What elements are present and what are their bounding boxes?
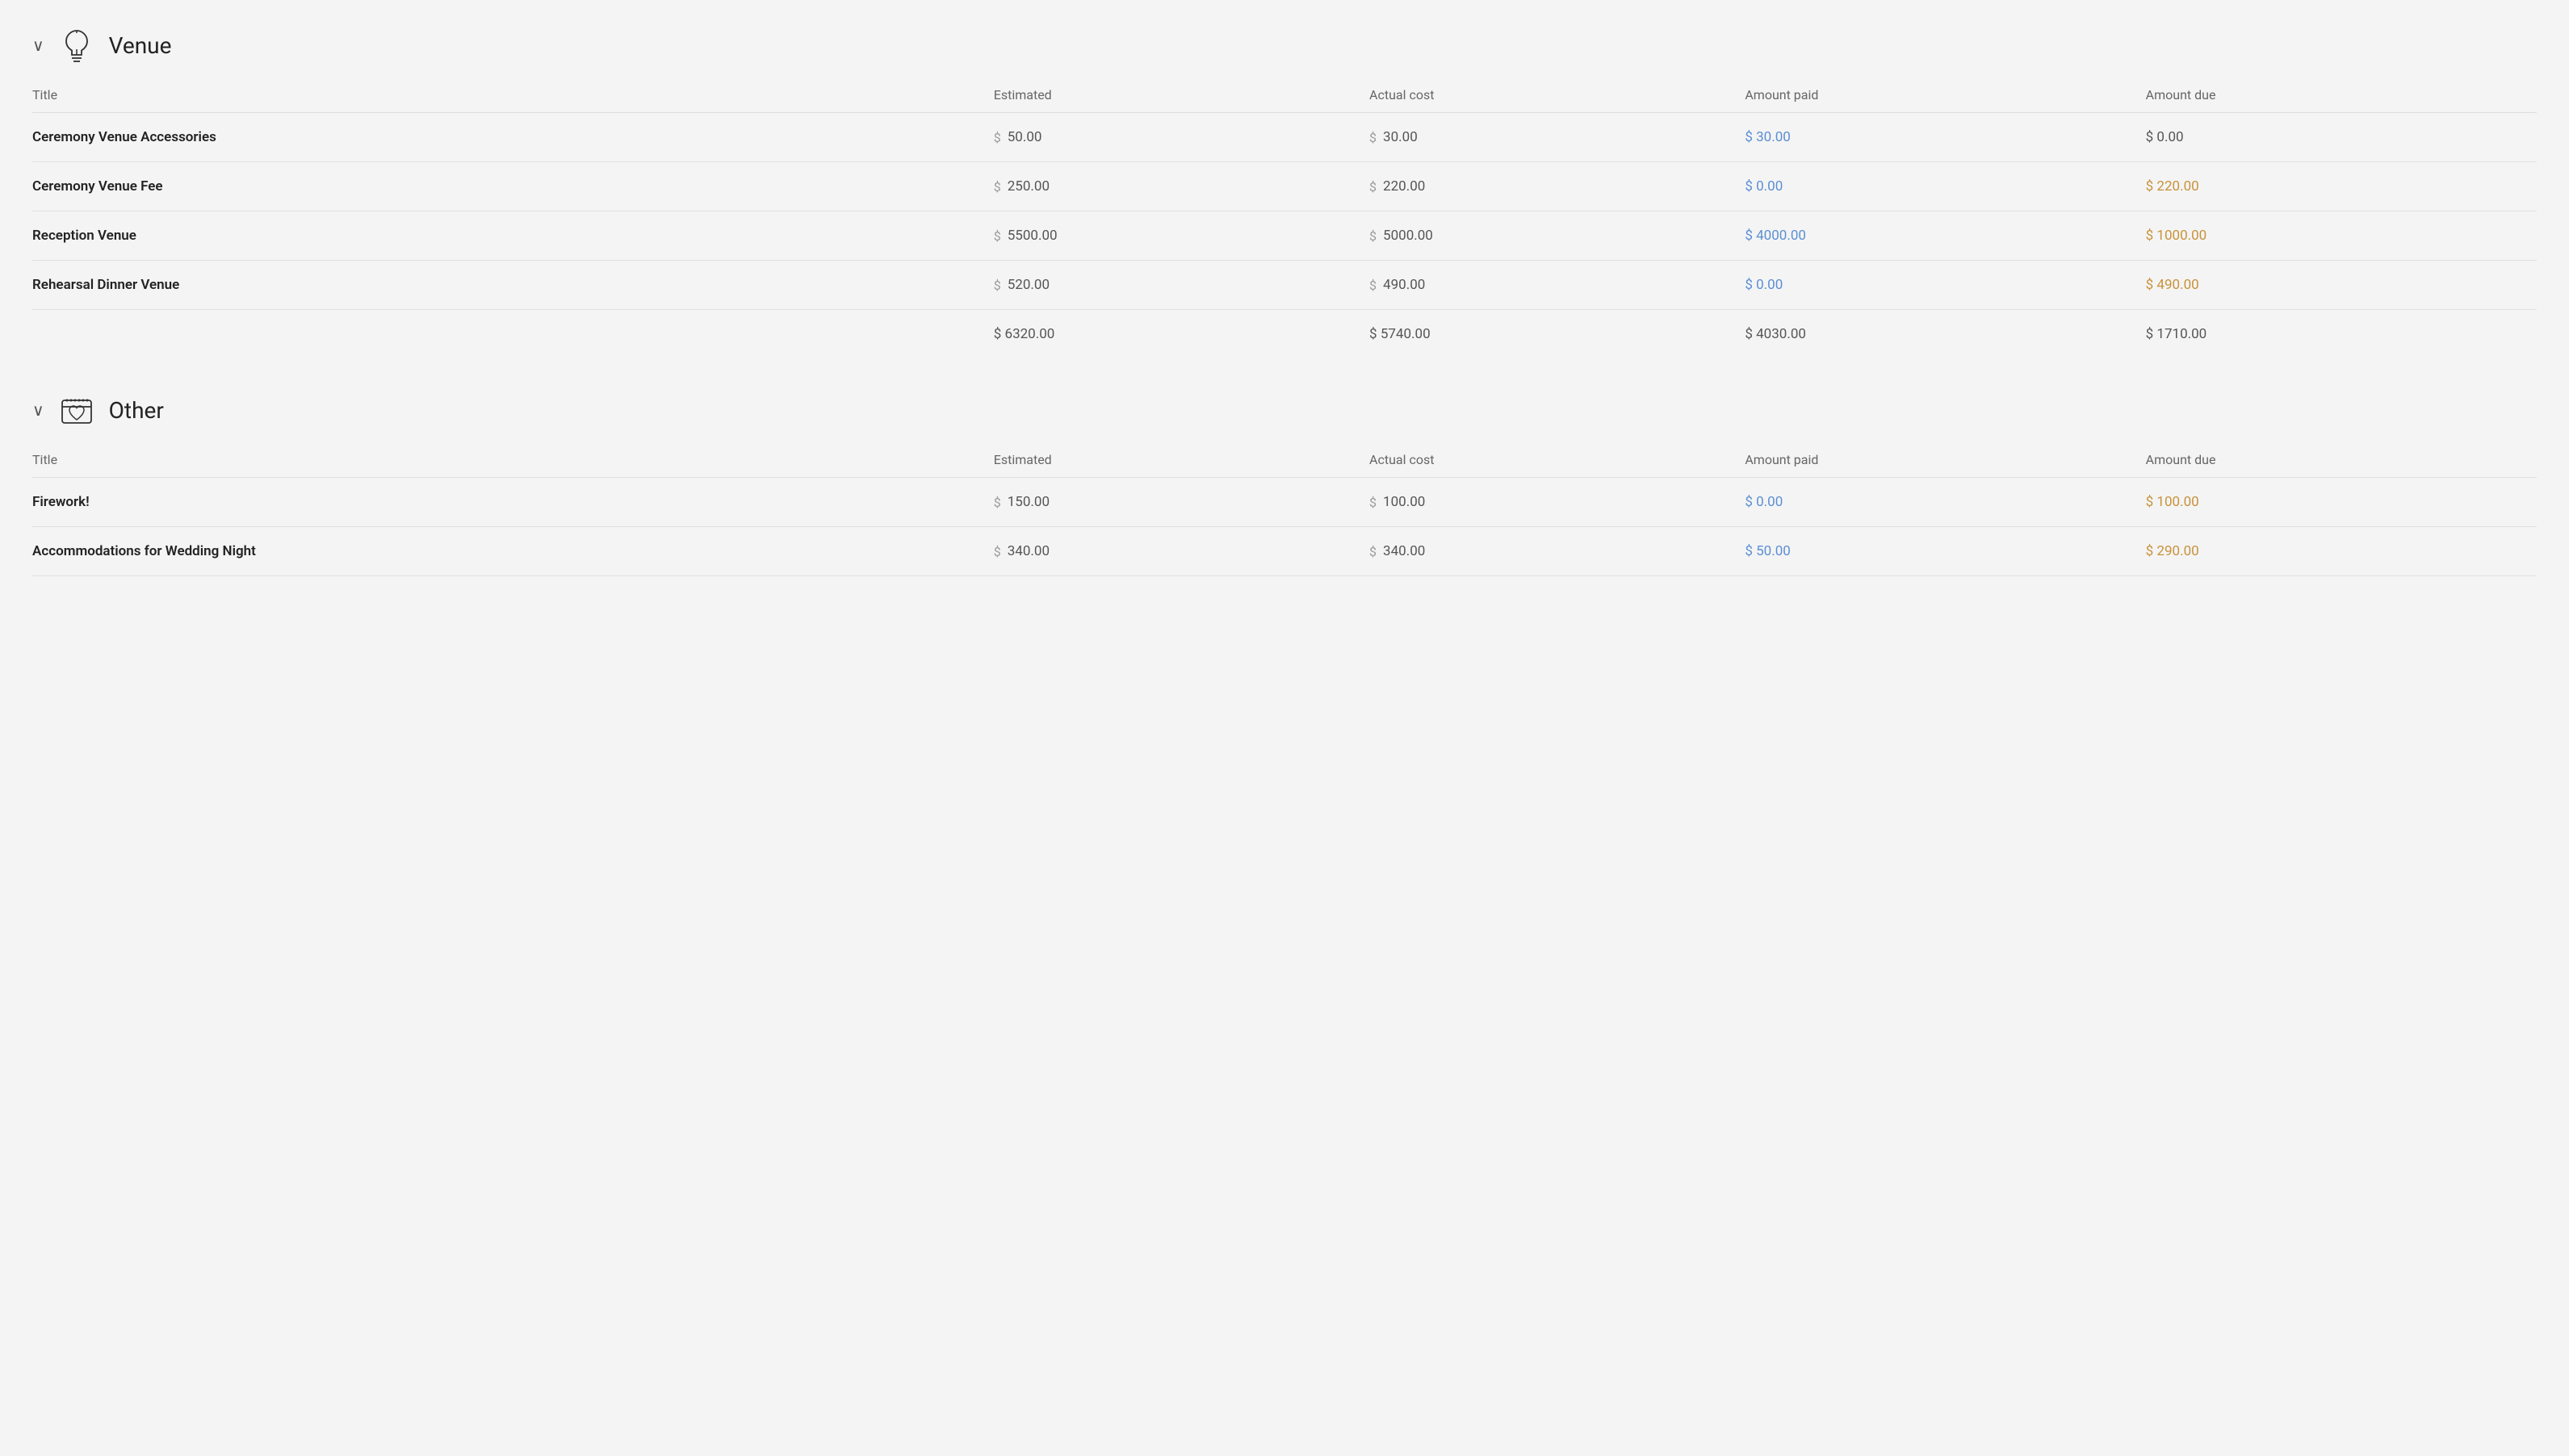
other-section-header: ∨ Other: [32, 391, 2537, 429]
venue-col-title: Title: [32, 81, 984, 113]
actual-value: 220.00: [1383, 178, 1425, 195]
other-section: ∨ Other Title Estimated: [32, 391, 2537, 576]
actual-value: 30.00: [1383, 129, 1418, 145]
due-value: $ 220.00: [2146, 178, 2199, 195]
other-col-due: Amount due: [2136, 446, 2537, 478]
dollar-sign-icon: $: [1369, 179, 1377, 195]
row-paid: $ 0.00: [1735, 261, 2135, 310]
paid-value: $ 0.00: [1745, 178, 1783, 195]
actual-value: 340.00: [1383, 543, 1425, 559]
dollar-sign-icon: $: [1369, 544, 1377, 559]
dollar-sign-icon: $: [1369, 228, 1377, 244]
row-title: Firework!: [32, 478, 984, 527]
venue-col-actual: Actual cost: [1360, 81, 1735, 113]
venue-total-actual: $ 5740.00: [1360, 310, 1735, 359]
row-estimated: $ 150.00: [984, 478, 1360, 527]
row-paid: $ 4000.00: [1735, 211, 2135, 261]
venue-total-due: $ 1710.00: [2136, 310, 2537, 359]
due-value: $ 290.00: [2146, 543, 2199, 559]
actual-value: 100.00: [1383, 494, 1425, 510]
other-col-estimated: Estimated: [984, 446, 1360, 478]
dollar-sign-icon: $: [994, 179, 1001, 195]
paid-value: $ 30.00: [1745, 129, 1790, 145]
due-value: $ 100.00: [2146, 494, 2199, 510]
due-value: $ 1000.00: [2146, 228, 2207, 244]
row-due: $ 290.00: [2136, 527, 2537, 576]
row-title: Ceremony Venue Fee: [32, 162, 984, 211]
estimated-value: 520.00: [1008, 277, 1050, 293]
row-paid: $ 0.00: [1735, 478, 2135, 527]
other-col-actual: Actual cost: [1360, 446, 1735, 478]
table-row: Ceremony Venue Fee $ 250.00 $ 220.00 $ 0…: [32, 162, 2537, 211]
venue-total-estimated: $ 6320.00: [984, 310, 1360, 359]
dollar-sign-icon: $: [994, 495, 1001, 510]
row-due: $ 490.00: [2136, 261, 2537, 310]
row-actual: $ 30.00: [1360, 113, 1735, 162]
venue-total-label: [32, 310, 984, 359]
row-due: $ 0.00: [2136, 113, 2537, 162]
other-col-title: Title: [32, 446, 984, 478]
other-table: Title Estimated Actual cost Amount paid …: [32, 446, 2537, 576]
dollar-sign-icon: $: [994, 544, 1001, 559]
table-row: Firework! $ 150.00 $ 100.00 $ 0.00 $ 100…: [32, 478, 2537, 527]
estimated-value: 5500.00: [1008, 228, 1058, 244]
venue-col-paid: Amount paid: [1735, 81, 2135, 113]
venue-col-due: Amount due: [2136, 81, 2537, 113]
due-value: $ 490.00: [2146, 277, 2199, 293]
estimated-value: 250.00: [1008, 178, 1050, 195]
dollar-sign-icon: $: [1369, 495, 1377, 510]
row-title: Ceremony Venue Accessories: [32, 113, 984, 162]
paid-value: $ 4000.00: [1745, 228, 1806, 244]
row-paid: $ 50.00: [1735, 527, 2135, 576]
due-value: $ 0.00: [2146, 129, 2184, 145]
actual-value: 490.00: [1383, 277, 1425, 293]
row-estimated: $ 250.00: [984, 162, 1360, 211]
row-title: Accommodations for Wedding Night: [32, 527, 984, 576]
paid-value: $ 0.00: [1745, 494, 1783, 510]
actual-value: 5000.00: [1383, 228, 1433, 244]
venue-section-header: ∨ Venue: [32, 26, 2537, 65]
other-col-paid: Amount paid: [1735, 446, 2135, 478]
row-actual: $ 340.00: [1360, 527, 1735, 576]
row-due: $ 220.00: [2136, 162, 2537, 211]
row-due: $ 100.00: [2136, 478, 2537, 527]
other-icon: [57, 391, 96, 429]
row-estimated: $ 340.00: [984, 527, 1360, 576]
venue-chevron[interactable]: ∨: [32, 36, 44, 55]
venue-col-estimated: Estimated: [984, 81, 1360, 113]
paid-value: $ 0.00: [1745, 277, 1783, 293]
estimated-value: 150.00: [1008, 494, 1050, 510]
venue-total-paid: $ 4030.00: [1735, 310, 2135, 359]
venue-table: Title Estimated Actual cost Amount paid …: [32, 81, 2537, 358]
row-estimated: $ 50.00: [984, 113, 1360, 162]
row-estimated: $ 5500.00: [984, 211, 1360, 261]
table-row: Rehearsal Dinner Venue $ 520.00 $ 490.00…: [32, 261, 2537, 310]
row-title: Reception Venue: [32, 211, 984, 261]
dollar-sign-icon: $: [1369, 278, 1377, 293]
row-due: $ 1000.00: [2136, 211, 2537, 261]
table-row: Reception Venue $ 5500.00 $ 5000.00 $ 40…: [32, 211, 2537, 261]
dollar-sign-icon: $: [994, 278, 1001, 293]
row-estimated: $ 520.00: [984, 261, 1360, 310]
row-actual: $ 100.00: [1360, 478, 1735, 527]
paid-value: $ 50.00: [1745, 543, 1790, 559]
row-paid: $ 30.00: [1735, 113, 2135, 162]
table-row: Ceremony Venue Accessories $ 50.00 $ 30.…: [32, 113, 2537, 162]
row-title: Rehearsal Dinner Venue: [32, 261, 984, 310]
dollar-sign-icon: $: [1369, 130, 1377, 145]
other-chevron[interactable]: ∨: [32, 400, 44, 420]
estimated-value: 340.00: [1008, 543, 1050, 559]
venue-section: ∨ Venue Title Estimated Actual cost Amou…: [32, 26, 2537, 358]
row-actual: $ 5000.00: [1360, 211, 1735, 261]
other-title: Other: [109, 397, 164, 424]
table-row: Accommodations for Wedding Night $ 340.0…: [32, 527, 2537, 576]
estimated-value: 50.00: [1008, 129, 1042, 145]
venue-title: Venue: [109, 32, 172, 59]
venue-icon: [57, 26, 96, 65]
row-actual: $ 220.00: [1360, 162, 1735, 211]
dollar-sign-icon: $: [994, 130, 1001, 145]
row-paid: $ 0.00: [1735, 162, 2135, 211]
row-actual: $ 490.00: [1360, 261, 1735, 310]
dollar-sign-icon: $: [994, 228, 1001, 244]
